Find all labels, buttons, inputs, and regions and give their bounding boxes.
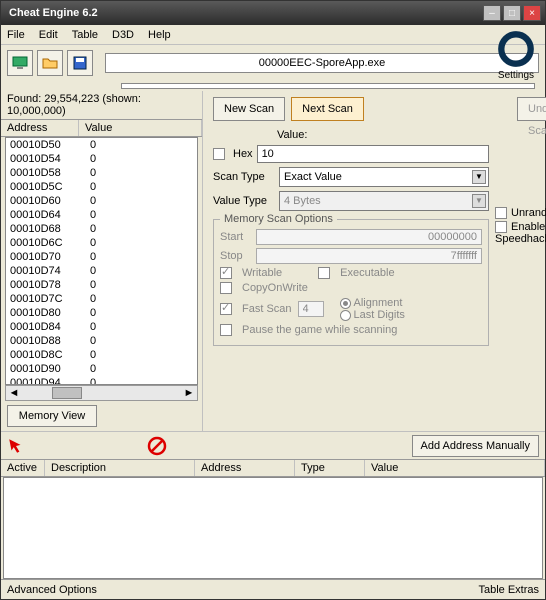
results-list[interactable]: 00010D50000010D54000010D58000010D5C00001… [5,137,198,385]
logo[interactable]: Settings [492,28,540,88]
open-process-button[interactable] [7,50,33,76]
result-row[interactable]: 00010D580 [6,166,197,180]
result-row[interactable]: 00010D880 [6,334,197,348]
found-count: Found: 29,554,223 (shown: 10,000,000) [1,91,202,119]
result-row[interactable]: 00010D780 [6,278,197,292]
pause-checkbox[interactable] [220,324,232,336]
fastscan-input[interactable] [298,301,324,317]
gear-icon [495,28,537,70]
result-row[interactable]: 00010D840 [6,320,197,334]
scroll-left-icon[interactable]: ◄ [6,387,22,399]
results-header: Address Value [1,119,202,137]
advanced-options-button[interactable]: Advanced Options [7,584,97,596]
memory-scan-options: Memory Scan Options Start Stop Writable … [213,219,489,346]
maximize-button[interactable]: □ [503,5,521,21]
result-row[interactable]: 00010D6C0 [6,236,197,250]
titlebar: Cheat Engine 6.2 – □ × [1,1,545,25]
scroll-thumb[interactable] [52,387,82,399]
result-row[interactable]: 00010D680 [6,222,197,236]
lastdigits-radio[interactable] [340,310,351,321]
next-scan-button[interactable]: Next Scan [291,97,364,121]
fastscan-label: Fast Scan [242,303,292,315]
process-name[interactable]: 00000EEC-SporeApp.exe [105,53,539,73]
scroll-right-icon[interactable]: ► [181,387,197,399]
hex-label: Hex [233,148,253,160]
menu-help[interactable]: Help [148,29,171,41]
result-row[interactable]: 00010D940 [6,376,197,385]
clear-icon[interactable] [147,436,167,456]
result-row[interactable]: 00010D500 [6,138,197,152]
undo-scan-button[interactable]: Undo Scan [517,97,546,121]
col-active[interactable]: Active [1,460,45,476]
minimize-button[interactable]: – [483,5,501,21]
chevron-down-icon: ▼ [472,194,486,208]
save-button[interactable] [67,50,93,76]
stop-input[interactable] [256,248,482,264]
result-row[interactable]: 00010D700 [6,250,197,264]
scan-type-label: Scan Type [213,171,275,183]
writable-checkbox[interactable] [220,267,232,279]
col-type[interactable]: Type [295,460,365,476]
start-label: Start [220,231,250,243]
cheat-table-header: Active Description Address Type Value [1,459,545,477]
stop-label: Stop [220,250,250,262]
unrandomizer-checkbox[interactable] [495,207,507,219]
executable-label: Executable [340,267,394,279]
result-row[interactable]: 00010D740 [6,264,197,278]
hex-checkbox[interactable] [213,148,225,160]
menu-table[interactable]: Table [72,29,98,41]
progress-bar [121,83,535,89]
copyonwrite-label: CopyOnWrite [242,282,308,294]
col-value2[interactable]: Value [365,460,545,476]
value-label: Value: [277,129,307,141]
cheat-table[interactable] [3,477,543,579]
pause-label: Pause the game while scanning [242,324,397,336]
result-row[interactable]: 00010D7C0 [6,292,197,306]
value-type-label: Value Type [213,195,275,207]
speedhack-checkbox[interactable] [495,221,507,233]
menu-d3d[interactable]: D3D [112,29,134,41]
table-extras-button[interactable]: Table Extras [478,584,539,596]
result-row[interactable]: 00010D640 [6,208,197,222]
col-description[interactable]: Description [45,460,195,476]
result-row[interactable]: 00010D900 [6,362,197,376]
result-row[interactable]: 00010D800 [6,306,197,320]
start-input[interactable] [256,229,482,245]
alignment-radio[interactable] [340,298,351,309]
menubar: File Edit Table D3D Help [1,25,545,45]
folder-icon [42,55,58,71]
result-row[interactable]: 00010D540 [6,152,197,166]
executable-checkbox[interactable] [318,267,330,279]
save-icon [72,55,88,71]
value-type-select[interactable]: 4 Bytes ▼ [279,191,489,211]
menu-file[interactable]: File [7,29,25,41]
open-file-button[interactable] [37,50,63,76]
memory-view-button[interactable]: Memory View [7,405,97,427]
window-title: Cheat Engine 6.2 [5,7,481,19]
group-title: Memory Scan Options [220,213,337,225]
fastscan-checkbox[interactable] [220,303,232,315]
settings-label: Settings [498,70,534,81]
col-address2[interactable]: Address [195,460,295,476]
horizontal-scrollbar[interactable]: ◄ ► [5,385,198,401]
result-row[interactable]: 00010D600 [6,194,197,208]
copyonwrite-checkbox[interactable] [220,282,232,294]
new-scan-button[interactable]: New Scan [213,97,285,121]
result-row[interactable]: 00010D5C0 [6,180,197,194]
writable-label: Writable [242,267,282,279]
menu-edit[interactable]: Edit [39,29,58,41]
chevron-down-icon: ▼ [472,170,486,184]
scan-type-select[interactable]: Exact Value ▼ [279,167,489,187]
result-row[interactable]: 00010D8C0 [6,348,197,362]
col-value[interactable]: Value [79,120,202,136]
close-button[interactable]: × [523,5,541,21]
add-address-button[interactable]: Add Address Manually [412,435,539,457]
statusbar: Advanced Options Table Extras [1,579,545,599]
value-input[interactable]: 10 [257,145,489,163]
col-address[interactable]: Address [1,120,79,136]
monitor-icon [12,55,28,71]
pointer-icon[interactable] [7,437,25,455]
